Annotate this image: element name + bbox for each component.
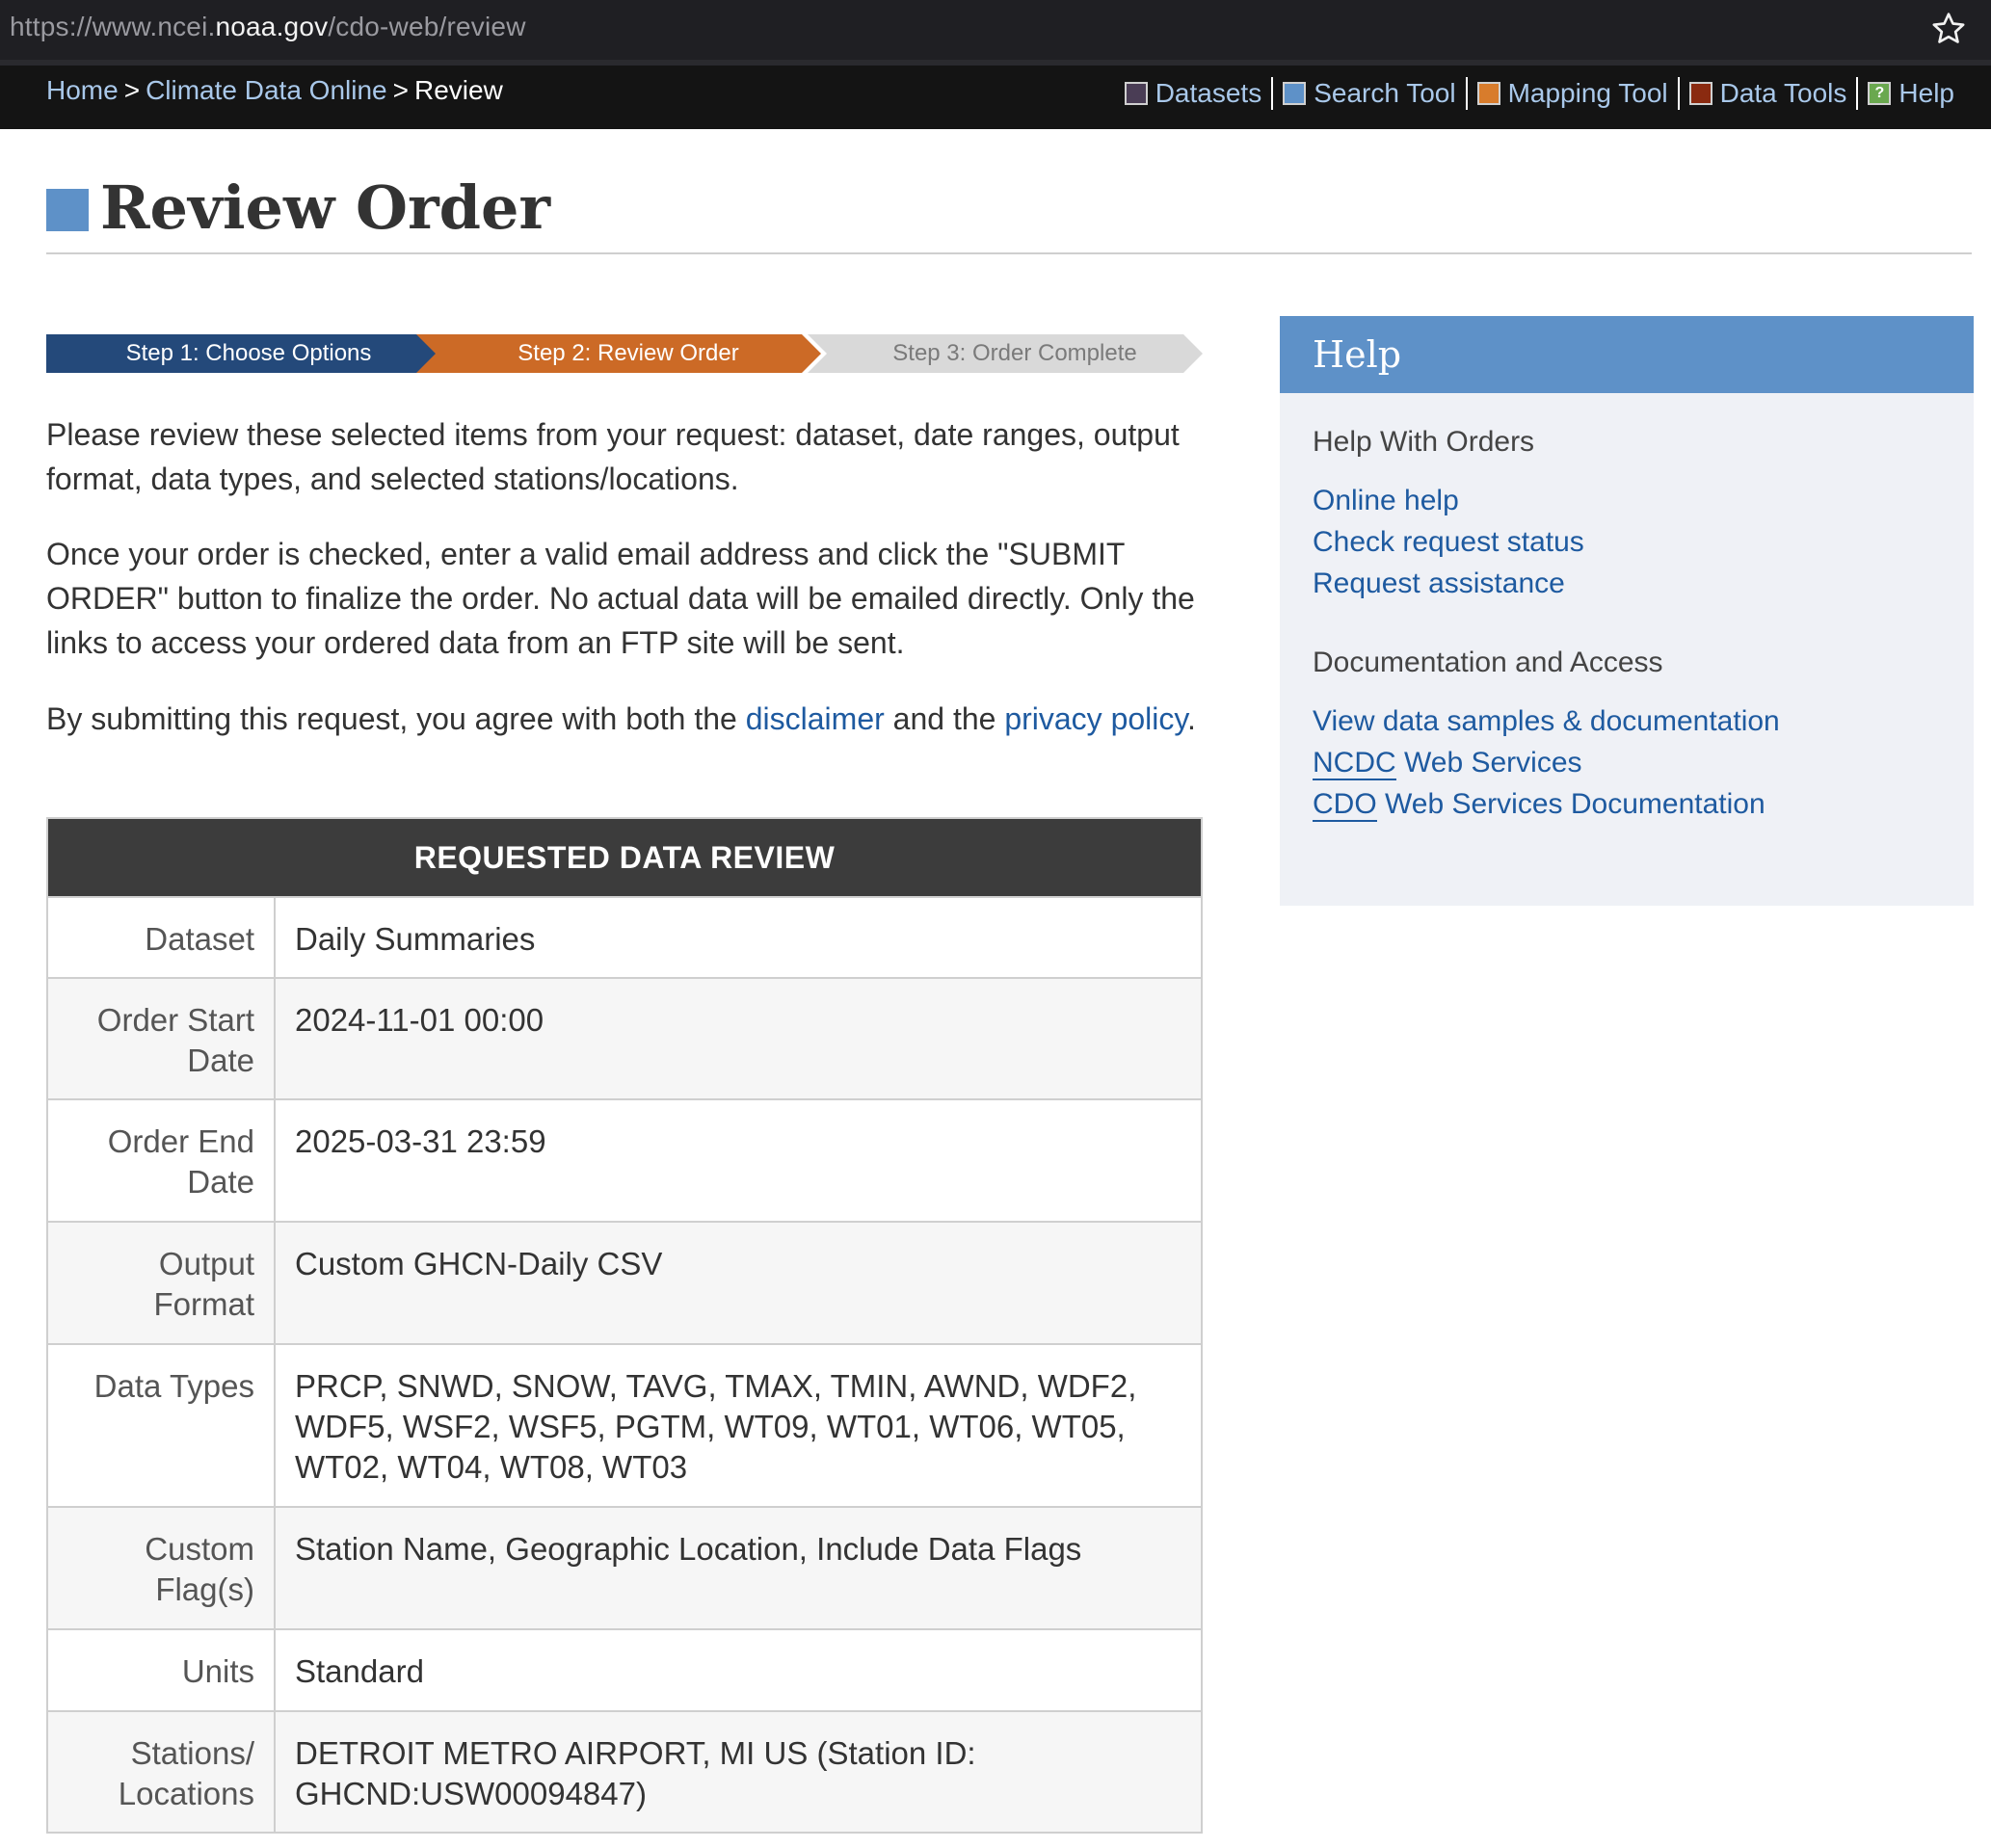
ncdc-web-services-label: Web Services (1395, 747, 1582, 779)
step-choose-options[interactable]: Step 1: Choose Options (46, 334, 451, 373)
nav-search-tool-label: Search Tool (1314, 78, 1456, 108)
disclaimer-link[interactable]: disclaimer (746, 701, 885, 736)
cdo-web-services-docs-link[interactable]: CDO Web Services Documentation (1313, 783, 1974, 825)
search-tool-square-icon (1283, 82, 1307, 105)
cdo-web-services-label: Web Services Documentation (1376, 788, 1765, 820)
data-tools-square-icon (1688, 82, 1712, 105)
row-value: DETROIT METRO AIRPORT, MI US (Station ID… (274, 1710, 1203, 1834)
table-row-custom-flags: Custom Flag(s) Station Name, Geographic … (46, 1506, 1203, 1630)
ncdc-abbr: NCDC (1313, 747, 1396, 780)
url-path: /cdo-web/review (328, 12, 526, 41)
request-assistance-link[interactable]: Request assistance (1313, 563, 1974, 604)
step-order-complete: Step 3: Order Complete (808, 334, 1203, 373)
order-steps: Step 1: Choose Options Step 2: Review Or… (46, 334, 1203, 373)
row-value: Standard (274, 1628, 1203, 1712)
help-sidebar: Help Help With Orders Online help Check … (1280, 316, 1974, 906)
online-help-link[interactable]: Online help (1313, 480, 1974, 521)
row-label: Order Start Date (46, 977, 276, 1100)
title-square-icon (46, 189, 89, 231)
table-header: REQUESTED DATA REVIEW (47, 818, 1202, 897)
help-with-orders-links: Online help Check request status Request… (1313, 480, 1974, 604)
nav-mapping-tool-link[interactable]: Mapping Tool (1465, 77, 1678, 110)
submit-instructions: Once your order is checked, enter a vali… (46, 537, 1195, 660)
step-review-order: Step 2: Review Order (416, 334, 821, 373)
privacy-policy-link[interactable]: privacy policy (1004, 701, 1187, 736)
row-value: Custom GHCN-Daily CSV (274, 1221, 1203, 1345)
row-value: 2025-03-31 23:59 (274, 1098, 1203, 1223)
row-label: Stations/ Locations (46, 1710, 276, 1834)
table-row-order-end-date: Order End Date 2025-03-31 23:59 (46, 1098, 1203, 1223)
row-value: PRCP, SNWD, SNOW, TAVG, TMAX, TMIN, AWND… (274, 1343, 1203, 1508)
nav-data-tools-link[interactable]: Data Tools (1677, 77, 1857, 110)
breadcrumb-home[interactable]: Home (46, 75, 119, 105)
breadcrumb-separator: > (392, 75, 409, 105)
row-label: Data Types (46, 1343, 276, 1508)
row-label: Order End Date (46, 1098, 276, 1223)
row-value: 2024-11-01 00:00 (274, 977, 1203, 1100)
help-title: Help (1280, 316, 1974, 393)
row-value: Station Name, Geographic Location, Inclu… (274, 1506, 1203, 1630)
url-text[interactable]: https://www.ncei.noaa.gov/cdo-web/review (10, 12, 526, 42)
agreement-text: By submitting this request, you agree wi… (46, 697, 1203, 741)
nav-help-link[interactable]: ? Help (1856, 77, 1964, 110)
page-header: Review Order (46, 173, 1972, 254)
check-request-status-link[interactable]: Check request status (1313, 521, 1974, 563)
url-host: noaa.gov (215, 12, 329, 41)
table-row-data-types: Data Types PRCP, SNWD, SNOW, TAVG, TMAX,… (46, 1343, 1203, 1508)
review-instructions: Please review these selected items from … (46, 417, 1180, 496)
mapping-tool-square-icon (1476, 82, 1500, 105)
table-row-units: Units Standard (46, 1628, 1203, 1712)
tool-links: Datasets Search Tool Mapping Tool Data T… (1115, 77, 1964, 110)
breadcrumb-climate-data-online[interactable]: Climate Data Online (146, 75, 387, 105)
breadcrumb-separator: > (123, 75, 141, 105)
help-with-orders-heading: Help With Orders (1313, 426, 1535, 458)
star-outline-icon[interactable] (1929, 8, 1968, 50)
page-title: Review Order (100, 172, 551, 243)
browser-address-bar[interactable]: https://www.ncei.noaa.gov/cdo-web/review (0, 0, 1991, 60)
agreement-text-start: By submitting this request, you agree wi… (46, 701, 746, 736)
nav-search-tool-link[interactable]: Search Tool (1271, 77, 1465, 110)
nav-datasets-label: Datasets (1155, 78, 1262, 108)
row-value: Daily Summaries (274, 896, 1203, 979)
row-label: Output Format (46, 1221, 276, 1345)
top-navigation: Home > Climate Data Online > Review Datasets… (0, 60, 1991, 129)
agreement-text-end: . (1187, 701, 1196, 736)
breadcrumb-current: Review (413, 75, 503, 105)
row-label: Dataset (46, 896, 276, 979)
data-samples-link[interactable]: View data samples & documentation (1313, 700, 1974, 742)
agreement-text-mid: and the (884, 701, 1005, 736)
nav-help-label: Help (1898, 78, 1954, 108)
datasets-square-icon (1124, 82, 1148, 105)
nav-mapping-tool-label: Mapping Tool (1507, 78, 1668, 108)
table-row-stations: Stations/ Locations DETROIT METRO AIRPOR… (46, 1710, 1203, 1834)
table-row-dataset: Dataset Daily Summaries (46, 896, 1203, 979)
question-mark-icon: ? (1868, 82, 1892, 105)
documentation-links: View data samples & documentation NCDC W… (1313, 700, 1974, 825)
table-row-order-start-date: Order Start Date 2024-11-01 00:00 (46, 977, 1203, 1100)
url-prefix: https://www.ncei. (10, 12, 216, 41)
nav-datasets-link[interactable]: Datasets (1115, 77, 1272, 110)
nav-data-tools-label: Data Tools (1719, 78, 1847, 108)
table-row-output-format: Output Format Custom GHCN-Daily CSV (46, 1221, 1203, 1345)
row-label: Custom Flag(s) (46, 1506, 276, 1630)
requested-data-review-table: REQUESTED DATA REVIEW Dataset Daily Summ… (46, 817, 1203, 1834)
row-label: Units (46, 1628, 276, 1712)
cdo-abbr: CDO (1313, 788, 1377, 822)
breadcrumb: Home > Climate Data Online > Review (46, 75, 503, 106)
ncdc-web-services-link[interactable]: NCDC Web Services (1313, 742, 1974, 783)
documentation-access-heading: Documentation and Access (1313, 647, 1663, 678)
